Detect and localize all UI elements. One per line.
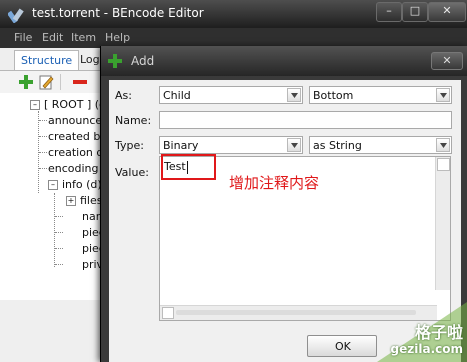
tree-branch xyxy=(39,168,47,169)
tree-branch xyxy=(55,232,63,233)
watermark: 格子啦 gezila.com xyxy=(377,302,467,362)
tree-node[interactable]: creation d xyxy=(48,145,103,160)
vertical-scrollbar[interactable] xyxy=(435,157,450,290)
add-icon[interactable] xyxy=(18,74,34,90)
ok-button-label: OK xyxy=(335,340,351,353)
menu-file[interactable]: File xyxy=(14,31,32,44)
as-label: As: xyxy=(115,89,132,102)
tree-node-root[interactable]: –[ ROOT ] (d) xyxy=(30,97,110,112)
as-select[interactable]: Child xyxy=(159,86,303,104)
chevron-down-icon[interactable] xyxy=(436,138,450,152)
chevron-down-icon[interactable] xyxy=(287,88,301,102)
minimize-button[interactable]: – xyxy=(376,2,402,22)
format-select-value: as String xyxy=(313,139,362,152)
scroll-up-button[interactable] xyxy=(437,158,450,171)
format-select[interactable]: as String xyxy=(309,136,452,154)
structure-tree: –[ ROOT ] (d) announce created b creatio… xyxy=(14,95,114,285)
annotation-text: 增加注释内容 xyxy=(229,174,320,192)
main-toolbar xyxy=(0,71,110,93)
main-bottom-panel xyxy=(0,300,110,362)
menu-item[interactable]: Item xyxy=(71,31,96,44)
tree-branch xyxy=(55,264,63,265)
menu-bar: File Edit Item Help xyxy=(0,28,467,48)
close-icon: ✕ xyxy=(442,4,452,17)
tree-guide xyxy=(54,193,55,267)
tree-node[interactable]: created b xyxy=(48,129,100,144)
menu-help[interactable]: Help xyxy=(105,31,130,44)
tree-node[interactable]: announce xyxy=(48,113,102,128)
ok-button[interactable]: OK xyxy=(307,335,377,357)
scroll-left-button[interactable] xyxy=(162,307,174,319)
minimize-icon: – xyxy=(386,4,392,17)
name-label: Name: xyxy=(115,114,152,127)
remove-icon[interactable] xyxy=(72,74,88,90)
edit-icon[interactable] xyxy=(38,74,54,90)
type-select-value: Binary xyxy=(163,139,199,152)
expand-icon[interactable]: + xyxy=(66,196,76,206)
collapse-icon[interactable]: – xyxy=(48,180,58,190)
app-icon xyxy=(8,8,24,23)
position-select[interactable]: Bottom xyxy=(309,86,452,104)
position-select-value: Bottom xyxy=(313,89,354,102)
tree-branch xyxy=(39,120,47,121)
watermark-logo-text: 格子啦 xyxy=(414,323,463,342)
type-label: Type: xyxy=(115,139,144,152)
dialog-title: Add xyxy=(131,54,155,68)
tree-branch xyxy=(55,248,63,249)
highlight-box xyxy=(161,154,216,180)
tab-structure[interactable]: Structure xyxy=(14,50,80,70)
collapse-icon[interactable]: – xyxy=(30,100,40,110)
tree-branch xyxy=(39,152,47,153)
name-field[interactable] xyxy=(159,111,452,129)
maximize-icon: □ xyxy=(409,4,421,17)
maximize-button[interactable]: □ xyxy=(402,2,428,22)
as-select-value: Child xyxy=(163,89,191,102)
dialog-close-button[interactable]: ✕ xyxy=(431,52,463,70)
watermark-url: gezila.com xyxy=(390,342,463,356)
tree-branch xyxy=(55,216,63,217)
value-label: Value: xyxy=(115,166,149,179)
chevron-down-icon[interactable] xyxy=(436,88,450,102)
window-title: test.torrent - BEncode Editor xyxy=(32,6,204,20)
main-titlebar[interactable]: test.torrent - BEncode Editor – □ ✕ xyxy=(0,0,467,28)
chevron-down-icon[interactable] xyxy=(287,138,301,152)
toolbar-separator xyxy=(60,74,61,90)
dialog-titlebar[interactable]: Add ✕ xyxy=(101,46,467,76)
add-icon xyxy=(108,54,122,68)
tree-node[interactable]: encoding xyxy=(48,161,99,176)
type-select[interactable]: Binary xyxy=(159,136,303,154)
menu-edit[interactable]: Edit xyxy=(42,31,63,44)
close-button[interactable]: ✕ xyxy=(428,2,466,22)
tree-branch xyxy=(39,136,47,137)
